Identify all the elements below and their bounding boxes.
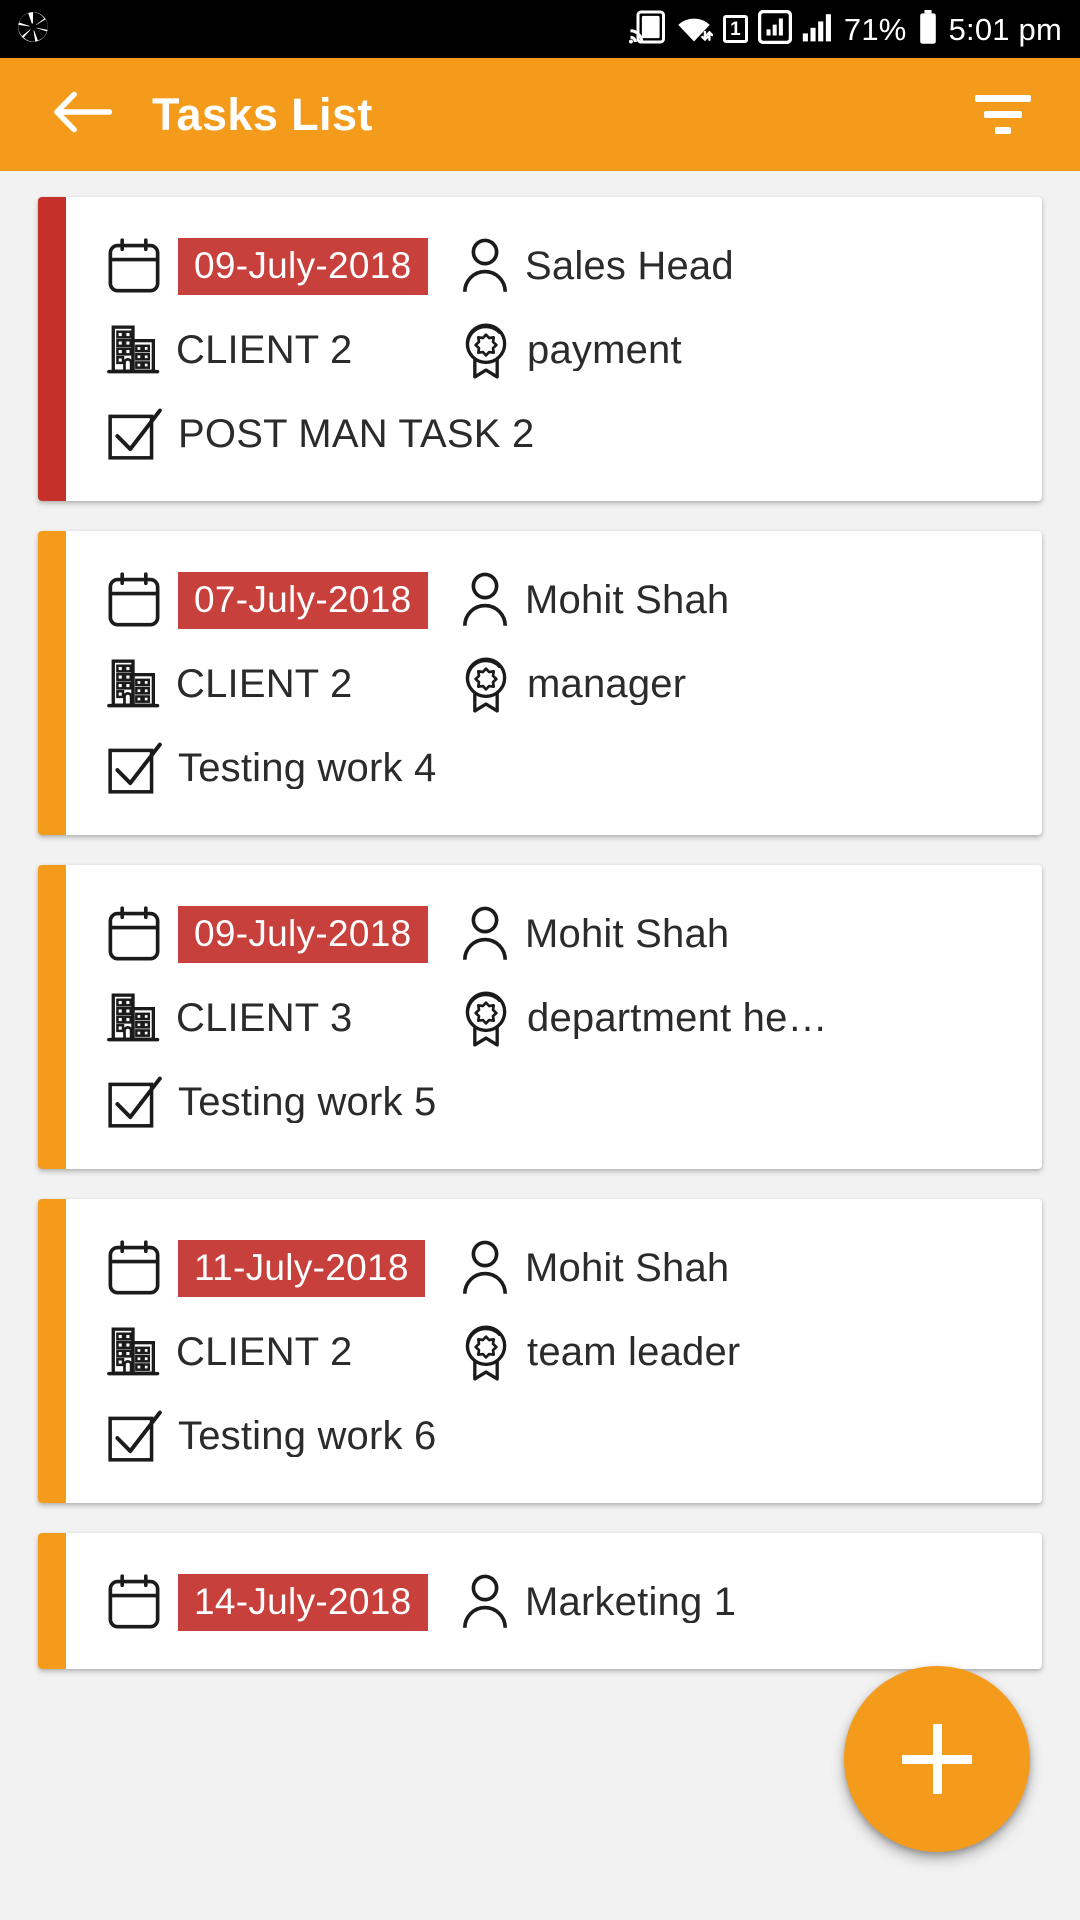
back-button[interactable]	[52, 84, 114, 146]
filter-icon-line-3	[995, 127, 1011, 134]
checkbox-check-icon	[106, 1407, 164, 1465]
calendar-icon	[106, 571, 162, 629]
back-arrow-icon	[53, 88, 113, 141]
aperture-icon	[16, 10, 50, 49]
status-accent-bar	[38, 197, 66, 501]
checkbox-check-icon	[106, 1073, 164, 1131]
person-icon	[461, 237, 509, 295]
task-title: Testing work 5	[178, 1081, 437, 1123]
person-icon	[461, 571, 509, 629]
calendar-icon	[106, 237, 162, 295]
app-bar: Tasks List	[0, 58, 1080, 171]
building-icon	[106, 656, 160, 712]
page-title: Tasks List	[152, 88, 373, 140]
task-role: team leader	[527, 1331, 741, 1373]
task-date: 07-July-2018	[178, 571, 428, 629]
signal-1-icon	[757, 9, 793, 49]
filter-icon-line-2	[984, 111, 1022, 118]
checkbox-check-icon	[106, 739, 164, 797]
task-card[interactable]: 11-July-2018 Mohit Shah CLIENT 2 team le…	[38, 1199, 1042, 1503]
task-title: Testing work 6	[178, 1415, 437, 1457]
status-accent-bar	[38, 1533, 66, 1669]
person-icon	[461, 1573, 509, 1631]
sim-icon: 1	[722, 15, 748, 43]
task-role: department he…	[527, 997, 828, 1039]
filter-icon-line-1	[975, 95, 1031, 102]
battery-percent-label: 71%	[843, 11, 907, 47]
task-date: 11-July-2018	[178, 1239, 425, 1297]
person-icon	[461, 1239, 509, 1297]
checkbox-check-icon	[106, 405, 164, 463]
sim-label: 1	[730, 18, 741, 40]
task-assignee: Marketing 1	[525, 1581, 737, 1623]
signal-2-icon	[802, 11, 834, 48]
plus-icon-vertical	[932, 1724, 942, 1794]
person-icon	[461, 905, 509, 963]
task-title: Testing work 4	[178, 747, 437, 789]
calendar-icon	[106, 905, 162, 963]
task-card[interactable]: 09-July-2018 Sales Head CLIENT 2 payment…	[38, 197, 1042, 501]
add-task-fab[interactable]	[844, 1666, 1030, 1852]
award-icon	[461, 989, 511, 1047]
building-icon	[106, 1324, 160, 1380]
status-accent-bar	[38, 865, 66, 1169]
task-client: CLIENT 2	[176, 329, 353, 371]
task-card[interactable]: 07-July-2018 Mohit Shah CLIENT 2 manager…	[38, 531, 1042, 835]
task-card[interactable]: 09-July-2018 Mohit Shah CLIENT 3 departm…	[38, 865, 1042, 1169]
building-icon	[106, 322, 160, 378]
task-role: manager	[527, 663, 687, 705]
task-card[interactable]: 14-July-2018 Marketing 1	[38, 1533, 1042, 1669]
clock-label: 5:01 pm	[948, 11, 1062, 47]
task-assignee: Mohit Shah	[525, 579, 730, 621]
battery-icon	[917, 9, 939, 49]
status-accent-bar	[38, 1199, 66, 1503]
task-client: CLIENT 3	[176, 997, 353, 1039]
task-assignee: Sales Head	[525, 245, 734, 287]
task-date: 14-July-2018	[178, 1573, 428, 1631]
task-assignee: Mohit Shah	[525, 1247, 730, 1289]
task-client: CLIENT 2	[176, 1331, 353, 1373]
calendar-icon	[106, 1573, 162, 1631]
calendar-icon	[106, 1239, 162, 1297]
task-date: 09-July-2018	[178, 237, 428, 295]
task-client: CLIENT 2	[176, 663, 353, 705]
cast-icon	[628, 10, 665, 49]
task-list[interactable]: 09-July-2018 Sales Head CLIENT 2 payment…	[0, 171, 1080, 1920]
status-bar: 1 71% 5:01 pm	[0, 0, 1080, 58]
building-icon	[106, 990, 160, 1046]
task-role: payment	[527, 329, 682, 371]
award-icon	[461, 321, 511, 379]
wifi-icon	[675, 11, 714, 48]
task-date: 09-July-2018	[178, 905, 428, 963]
filter-button[interactable]	[966, 78, 1040, 152]
task-assignee: Mohit Shah	[525, 913, 730, 955]
award-icon	[461, 1323, 511, 1381]
status-accent-bar	[38, 531, 66, 835]
task-title: POST MAN TASK 2	[178, 413, 535, 455]
award-icon	[461, 655, 511, 713]
